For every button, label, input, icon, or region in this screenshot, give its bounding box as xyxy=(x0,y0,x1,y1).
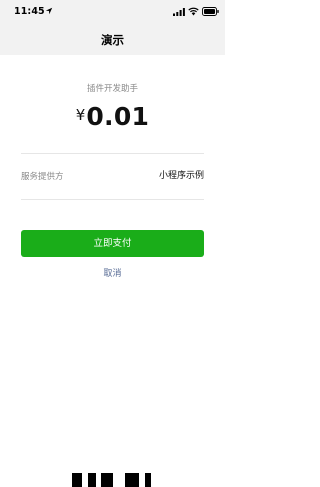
merchant-name: 插件开发助手 xyxy=(86,84,138,94)
provider-label: 服务提供方 xyxy=(21,172,64,182)
pay-now-button[interactable]: 立即支付 xyxy=(21,230,204,257)
cropped-bottom-fragment xyxy=(101,473,113,487)
location-arrow-icon xyxy=(45,7,53,15)
divider-top xyxy=(21,153,204,154)
currency-symbol: ¥ xyxy=(75,106,86,124)
signal-icon xyxy=(173,8,185,16)
provider-value: 小程序示例 xyxy=(158,171,204,181)
header: 11:45 演示 xyxy=(0,0,225,55)
payment-page: 11:45 演示 插件开发助手 ¥0.01 服务提供方 小程序示例 立即支付 取… xyxy=(0,0,225,487)
cropped-bottom-fragment xyxy=(145,473,151,487)
status-bar: 11:45 xyxy=(0,0,225,24)
wifi-icon xyxy=(188,7,199,16)
battery-icon xyxy=(202,7,219,16)
payment-amount: ¥0.01 xyxy=(0,99,225,136)
cropped-bottom-fragment xyxy=(88,473,96,487)
cancel-link[interactable]: 取消 xyxy=(0,268,225,281)
cropped-bottom-fragment xyxy=(125,473,139,487)
amount-value: 0.01 xyxy=(86,102,150,131)
status-time: 11:45 xyxy=(14,6,45,17)
divider-bottom xyxy=(21,199,204,200)
page-title: 演示 xyxy=(101,33,124,47)
cropped-bottom-fragment xyxy=(72,473,82,487)
